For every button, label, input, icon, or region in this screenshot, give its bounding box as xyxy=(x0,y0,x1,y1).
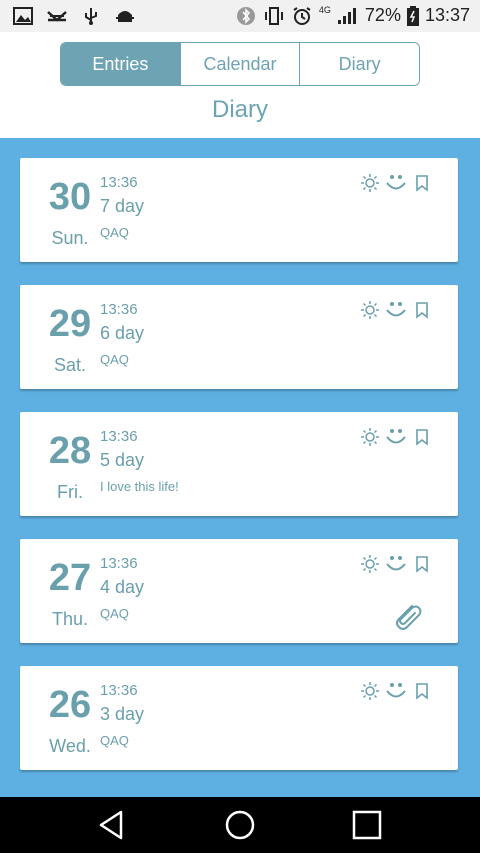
entry-card[interactable]: 26 Wed. 13:36 3 day QAQ xyxy=(20,666,458,770)
smile-icon xyxy=(386,175,406,190)
bookmark-icon[interactable] xyxy=(412,554,432,574)
alarm-icon xyxy=(293,6,311,25)
entry-text: QAQ xyxy=(100,733,129,748)
vibrate-icon xyxy=(264,6,283,25)
usb-icon xyxy=(85,8,97,25)
back-icon[interactable] xyxy=(93,807,133,843)
tab-bar: Entries Calendar Diary xyxy=(60,42,420,86)
sun-icon xyxy=(361,174,379,192)
entry-time: 13:36 xyxy=(100,682,138,699)
bookmark-icon[interactable] xyxy=(412,681,432,701)
status-bar: 4G 72% 13:37 xyxy=(0,0,480,32)
battery-icon xyxy=(406,5,419,26)
entries-list[interactable]: 30 Sun. 13:36 7 day QAQ 29 Sat. 13:36 6 … xyxy=(0,138,480,797)
page-title: Diary xyxy=(211,96,268,123)
entry-time: 13:36 xyxy=(100,428,138,445)
image-icon xyxy=(13,7,33,25)
entry-text: QAQ xyxy=(100,606,129,621)
paperclip-icon[interactable] xyxy=(390,599,424,633)
recents-icon[interactable] xyxy=(347,807,387,843)
entry-title: 4 day xyxy=(100,577,145,597)
entry-card[interactable]: 30 Sun. 13:36 7 day QAQ xyxy=(20,158,458,262)
entry-text: QAQ xyxy=(100,225,129,240)
bluetooth-icon xyxy=(236,6,255,25)
battery-percent: 72% xyxy=(364,5,401,25)
entry-card[interactable]: 27 Thu. 13:36 4 day QAQ xyxy=(20,539,458,643)
network-label: 4G xyxy=(318,4,331,15)
entry-title: 6 day xyxy=(100,323,145,343)
sun-icon xyxy=(361,301,379,319)
entry-time: 13:36 xyxy=(100,301,138,318)
smile-icon xyxy=(386,683,406,698)
smile-icon xyxy=(386,302,406,317)
entry-text: I love this life! xyxy=(100,479,179,494)
signal-icon xyxy=(337,7,356,24)
entry-icons xyxy=(360,553,432,575)
bookmark-icon[interactable] xyxy=(412,173,432,193)
entry-time: 13:36 xyxy=(100,555,138,572)
entry-title: 7 day xyxy=(100,196,145,216)
entry-title: 3 day xyxy=(100,704,145,724)
entry-card[interactable]: 29 Sat. 13:36 6 day QAQ xyxy=(20,285,458,389)
header: Entries Calendar Diary Diary xyxy=(0,32,480,138)
status-clock: 13:37 xyxy=(424,5,470,25)
entry-time: 13:36 xyxy=(100,174,138,191)
tab-entries[interactable]: Entries xyxy=(61,43,181,85)
entry-text: QAQ xyxy=(100,352,129,367)
bookmark-icon[interactable] xyxy=(412,300,432,320)
tab-diary[interactable]: Diary xyxy=(300,43,419,85)
navigation-bar xyxy=(0,797,480,853)
smile-icon xyxy=(386,429,406,444)
missed-call-icon xyxy=(47,11,67,22)
entry-card[interactable]: 28 Fri. 13:36 5 day I love this life! xyxy=(20,412,458,516)
entry-icons xyxy=(360,680,432,702)
bookmark-icon[interactable] xyxy=(412,427,432,447)
smile-icon xyxy=(386,556,406,571)
home-icon[interactable] xyxy=(220,807,260,843)
android-debug-icon xyxy=(116,11,134,22)
sun-icon xyxy=(361,428,379,446)
tab-calendar[interactable]: Calendar xyxy=(180,43,301,85)
entry-icons xyxy=(360,426,432,448)
entry-icons xyxy=(360,172,432,194)
entry-icons xyxy=(360,299,432,321)
sun-icon xyxy=(361,555,379,573)
entry-title: 5 day xyxy=(100,450,145,470)
sun-icon xyxy=(361,682,379,700)
